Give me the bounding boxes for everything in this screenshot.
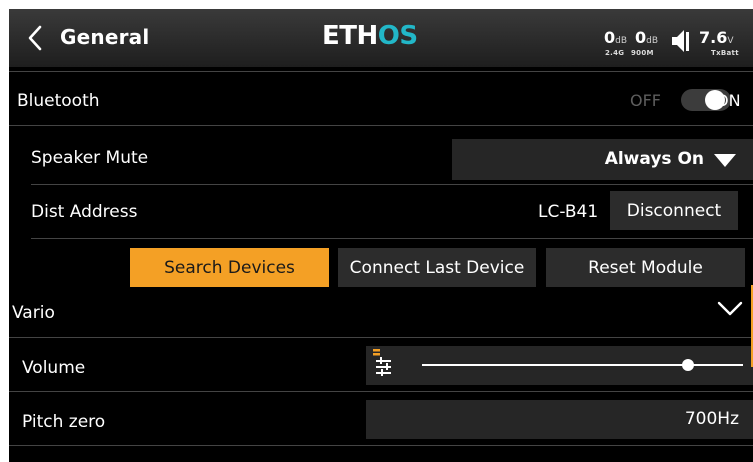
connect-last-device-button[interactable]: Connect Last Device [338,248,536,287]
rssi-24-label: 2.4G [605,49,625,57]
divider [9,125,753,126]
dist-address-label: Dist Address [31,202,138,222]
screen: General ETHOS 0dB 2.4G 0dB 900M 7.6V TxB… [9,9,753,462]
caret-down-icon [714,154,736,167]
chevron-left-icon [28,25,42,51]
toggle-off-label: OFF [630,91,661,110]
pitch-zero-value: 700Hz [684,409,739,429]
vario-section-label: Vario [12,303,55,323]
divider [9,337,753,338]
battery-label: TxBatt [711,49,739,57]
ethos-logo: ETHOS [322,21,418,51]
divider [9,391,753,392]
search-devices-button[interactable]: Search Devices [130,248,329,287]
page-title: General [60,25,150,49]
speaker-mute-value: Always On [604,149,704,169]
bluetooth-label: Bluetooth [17,91,100,111]
rssi-900-label: 900M [631,49,654,57]
divider [31,238,753,239]
adjust-sliders-icon [373,349,391,376]
volume-slider-track [422,364,743,366]
speaker-mute-select[interactable]: Always On [452,139,753,180]
rssi-900-readout: 0dB [635,28,659,47]
chevron-down-icon[interactable] [717,301,743,317]
divider [9,445,753,446]
speaker-icon [672,30,689,52]
disconnect-button[interactable]: Disconnect [610,191,738,230]
divider [9,71,753,72]
speaker-mute-label: Speaker Mute [31,148,149,168]
pitch-zero-field[interactable]: 700Hz [366,400,753,439]
dist-address-value: LC-B41 [538,202,599,222]
rssi-24-readout: 0dB [604,28,628,47]
volume-label: Volume [22,358,86,378]
status-area: 0dB 2.4G 0dB 900M 7.6V TxBatt [604,21,748,59]
reset-module-button[interactable]: Reset Module [546,248,745,287]
top-bar: General ETHOS 0dB 2.4G 0dB 900M 7.6V TxB… [9,9,753,67]
divider [31,184,753,185]
battery-readout: 7.6V [699,28,734,47]
toggle-on-label: ON [716,91,741,110]
pitch-zero-label: Pitch zero [22,412,106,432]
back-button[interactable] [17,21,53,55]
